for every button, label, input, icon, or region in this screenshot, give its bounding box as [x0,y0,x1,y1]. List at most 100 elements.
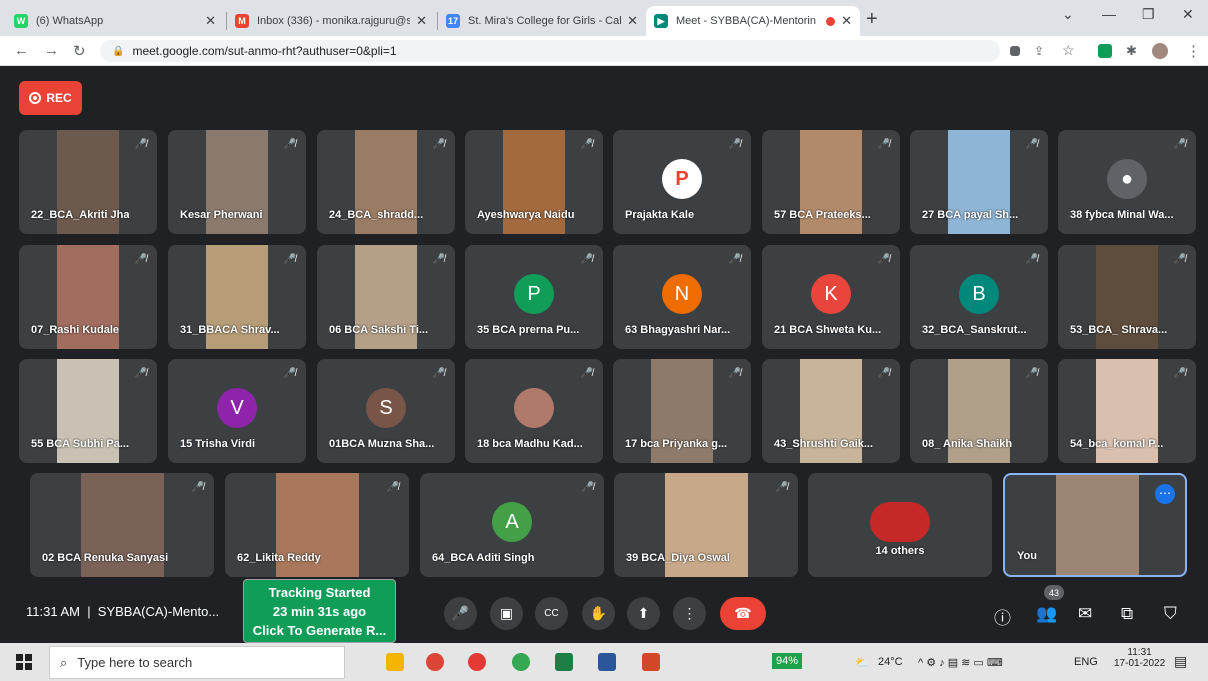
participant-tile[interactable]: 🎤̸ 08_ Anika Shaikh [910,359,1048,463]
back-icon[interactable]: ← [14,42,29,59]
excel-icon[interactable] [555,653,573,671]
reload-icon[interactable]: ↻ [73,42,86,60]
participant-tile[interactable]: K 🎤̸ 21 BCA Shweta Ku... [762,245,900,349]
raise-hand-button[interactable]: ✋ [582,597,615,630]
people-icon[interactable]: 👥 [1036,604,1057,624]
search-icon: ⌕ [60,654,68,670]
window-close-icon[interactable]: ✕ [1182,6,1194,23]
bookmark-star-icon[interactable]: ☆ [1062,42,1075,59]
participant-tile[interactable]: 🎤̸ 55 BCA Subhi Pa... [19,359,157,463]
info-icon[interactable]: ⓘ [994,604,1011,629]
word-icon[interactable] [598,653,616,671]
present-button[interactable]: ⬆ [627,597,660,630]
leave-call-button[interactable]: ☎ [720,597,766,630]
camera-button[interactable]: ▣ [490,597,523,630]
windows-start-icon[interactable] [16,654,32,670]
muted-mic-icon: 🎤̸ [580,139,593,150]
participant-tile[interactable]: P 🎤̸ Prajakta Kale [613,130,751,234]
mic-button[interactable]: 🎤 [444,597,477,630]
participant-name: 64_BCA Aditi Singh [432,552,535,564]
participant-tile[interactable]: 🎤̸ 17 bca Priyanka g... [613,359,751,463]
muted-mic-icon: 🎤̸ [877,139,890,150]
host-controls-icon[interactable]: ⛉ [1164,604,1177,624]
restore-icon[interactable]: ❐ [1142,6,1155,23]
tracking-popup[interactable]: Tracking Started 23 min 31s ago Click To… [243,579,396,643]
clock[interactable]: 11:31 17-01-2022 [1114,647,1165,669]
close-icon[interactable]: ✕ [841,13,852,29]
forward-icon[interactable]: → [44,42,59,59]
participant-tile[interactable]: N 🎤̸ 63 Bhagyashri Nar... [613,245,751,349]
share-icon[interactable]: ⇪ [1034,44,1044,58]
weather-icon[interactable]: ⛅ [855,656,869,669]
muted-mic-icon: 🎤̸ [283,254,296,265]
tab-calendar[interactable]: 17 St. Mira's College for Girls - Caler ✕ [438,6,646,36]
url-field[interactable]: 🔒 meet.google.com/sut-anmo-rht?authuser=… [100,40,1000,62]
participant-avatar: P [514,274,554,315]
participant-tile[interactable]: 🎤̸ 06 BCA Sakshi Ti... [317,245,455,349]
participant-name: 15 Trisha Virdi [180,438,256,450]
participant-tile[interactable]: 🎤̸ Kesar Pherwani [168,130,306,234]
weather-temp: 24°C [878,656,903,668]
participant-tile[interactable]: 🎤̸ 24_BCA_shradd... [317,130,455,234]
tab-gmail[interactable]: M Inbox (336) - monika.rajguru@st ✕ [227,6,435,36]
participant-name: 63 Bhagyashri Nar... [625,324,731,336]
participant-tile[interactable]: 🎤̸ 22_BCA_Akriti Jha [19,130,157,234]
participant-tile[interactable]: 🎤̸ 54_bca_komal P... [1058,359,1196,463]
participant-tile[interactable]: 🎤̸ 39 BCA_Diya Oswal [614,473,798,577]
extension-icon[interactable] [1098,44,1112,58]
close-icon[interactable]: ✕ [205,13,216,29]
tab-bar: W (6) WhatsApp ✕ M Inbox (336) - monika.r… [0,0,1208,36]
opera-icon[interactable] [468,653,486,671]
notification-icon[interactable]: ▤ [1174,653,1187,670]
muted-mic-icon: 🎤̸ [728,254,741,265]
tab-search-icon[interactable]: ⌄ [1062,6,1074,23]
gmail-icon: M [235,14,249,28]
participant-tile[interactable]: S 🎤̸ 01BCA Muzna Sha... [317,359,455,463]
profile-avatar[interactable] [1152,43,1168,59]
minimize-icon[interactable]: — [1102,6,1116,22]
tile-options-icon[interactable]: ⋯ [1155,484,1175,504]
tab-meet[interactable]: ▶ Meet - SYBBA(CA)-Mentorin ✕ [646,6,860,36]
new-tab-icon[interactable]: + [866,8,878,31]
powerpoint-icon[interactable] [642,653,660,671]
chrome-profile-icon[interactable] [512,653,530,671]
participant-tile[interactable]: 🎤̸ 27 BCA payal Sh... [910,130,1048,234]
chat-icon[interactable]: ✉ [1078,604,1092,624]
menu-icon[interactable]: ⋮ [1186,42,1201,60]
tab-whatsapp[interactable]: W (6) WhatsApp ✕ [6,6,224,36]
muted-mic-icon: 🎤̸ [581,482,594,493]
participant-tile[interactable]: 🎤̸ Ayeshwarya Naidu [465,130,603,234]
participant-tile[interactable]: 🎤̸ 57 BCA Prateeks... [762,130,900,234]
puzzle-icon[interactable]: ✱ [1126,43,1137,59]
language-indicator[interactable]: ENG [1074,656,1098,668]
participant-tile[interactable]: 🎤̸ 18 bca Madhu Kad... [465,359,603,463]
participant-tile[interactable]: 🎤̸ 53_BCA_ Shrava... [1058,245,1196,349]
participant-tile[interactable]: P 🎤̸ 35 BCA prerna Pu... [465,245,603,349]
camera-icon[interactable] [1010,46,1020,56]
whatsapp-icon: W [14,14,28,28]
participant-tile[interactable]: 🎤̸ 43_Shrushti Gaik... [762,359,900,463]
more-options-button[interactable]: ⋮ [673,597,706,630]
participant-tile[interactable]: 14 others [808,473,992,577]
participant-tile[interactable]: 🎤̸ 62_Likita Reddy [225,473,409,577]
activities-icon[interactable]: ⧉ [1121,604,1133,624]
participant-tile[interactable]: 🎤̸ 31_BBACA Shrav... [168,245,306,349]
participant-tile[interactable]: ● 🎤̸ 38 fybca Minal Wa... [1058,130,1196,234]
muted-mic-icon: 🎤̸ [1173,254,1186,265]
captions-button[interactable]: CC [535,597,568,630]
close-icon[interactable]: ✕ [416,13,427,29]
participant-tile[interactable]: B 🎤̸ 32_BCA_Sanskrut... [910,245,1048,349]
file-explorer-icon[interactable] [386,653,404,671]
system-tray-icons[interactable]: ^ ⚙ ♪ ▤ ≋ ▭ ⌨ [918,656,1003,669]
close-icon[interactable]: ✕ [627,13,638,29]
participant-tile[interactable]: ⋯ You [1003,473,1187,577]
participant-tile[interactable]: A 🎤̸ 64_BCA Aditi Singh [420,473,604,577]
battery-indicator[interactable]: 94% [772,653,803,669]
taskbar-search[interactable]: ⌕ Type here to search [49,646,345,679]
participant-tile[interactable]: 🎤̸ 07_Rashi Kudale [19,245,157,349]
participant-tile[interactable]: 🎤̸ 02 BCA Renuka Sanyasi [30,473,214,577]
chrome-icon[interactable] [426,653,444,671]
participant-tile[interactable]: V 🎤̸ 15 Trisha Virdi [168,359,306,463]
participant-avatar: ● [1107,159,1147,200]
participant-name: 32_BCA_Sanskrut... [922,324,1027,336]
